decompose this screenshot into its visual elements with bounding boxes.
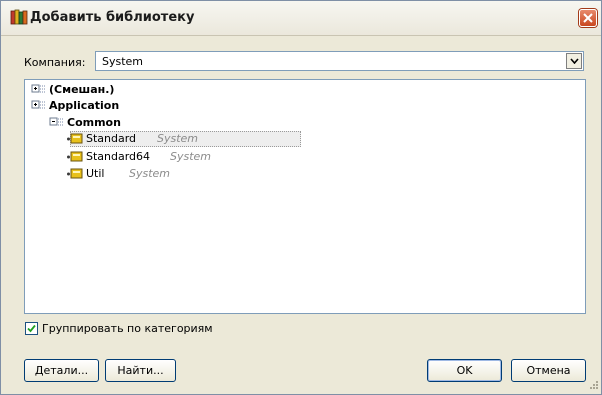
tree-node-company: System: [129, 167, 171, 180]
company-label: Компания:: [24, 56, 86, 69]
tree-node-util[interactable]: Util System: [66, 166, 296, 182]
resize-grip-icon[interactable]: [587, 380, 599, 392]
details-button[interactable]: Детали...: [24, 359, 99, 382]
tree-node-standard[interactable]: Standard System: [66, 131, 296, 147]
tree-node-company: System: [170, 150, 212, 163]
expand-icon[interactable]: [31, 98, 47, 114]
group-by-category-label: Группировать по категориям: [42, 322, 213, 335]
checkmark-icon: [27, 324, 36, 333]
library-icon: [66, 131, 84, 147]
ok-button[interactable]: OK: [427, 359, 502, 382]
library-books-icon: [10, 8, 28, 26]
tree-node-common[interactable]: Common: [49, 115, 121, 131]
library-tree[interactable]: (Смешан.) Application Common Standard Sy…: [24, 79, 586, 314]
group-by-category-checkbox[interactable]: [25, 322, 38, 335]
tree-node-standard64[interactable]: Standard64 System: [66, 149, 296, 165]
close-button[interactable]: [579, 9, 597, 27]
collapse-icon[interactable]: [49, 115, 65, 131]
title-bar[interactable]: Добавить библиотеку: [1, 1, 601, 36]
library-icon: [66, 166, 84, 182]
expand-icon[interactable]: [31, 82, 47, 98]
cancel-button[interactable]: Отмена: [511, 359, 586, 382]
tree-node-application[interactable]: Application: [31, 98, 119, 114]
chevron-down-icon: [570, 58, 579, 64]
tree-node-mixed[interactable]: (Смешан.): [31, 82, 114, 98]
library-icon: [66, 149, 84, 165]
close-icon: [583, 13, 593, 23]
tree-node-company: System: [157, 132, 199, 145]
window-title: Добавить библиотеку: [30, 10, 195, 25]
add-library-dialog: Добавить библиотеку Компания: System (См…: [0, 0, 602, 395]
company-select-value: System: [102, 55, 144, 68]
dropdown-button[interactable]: [566, 53, 582, 69]
find-button[interactable]: Найти...: [105, 359, 176, 382]
company-select[interactable]: System: [95, 51, 584, 71]
